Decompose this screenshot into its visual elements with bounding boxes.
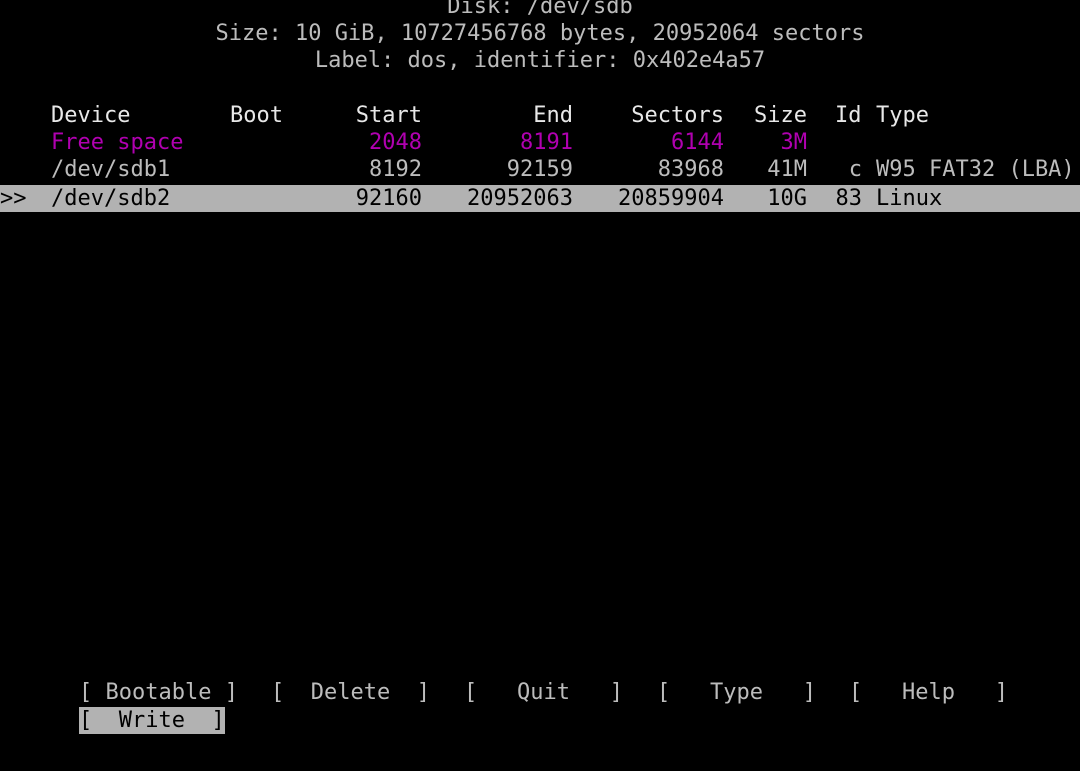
row-device: Free space [51, 130, 184, 155]
selection-pointer: >> [0, 186, 27, 211]
row-device: /dev/sdb2 [51, 186, 171, 211]
help-button[interactable]: [ Help ] [849, 679, 1008, 706]
disk-size-info: Size: 10 GiB, 10727456768 bytes, 2095206… [215, 21, 865, 46]
column-id: Id [835, 103, 862, 128]
row-sectors: 20859904 [618, 186, 724, 211]
row-end: 8191 [520, 130, 573, 155]
column-start: Start [355, 103, 422, 128]
disk-title: Disk: /dev/sdb [447, 0, 633, 19]
table-row-sdb2-selected[interactable]: >> /dev/sdb2 92160 20952063 20859904 10G… [0, 185, 1080, 212]
bootable-button[interactable]: [ Bootable ] [79, 679, 238, 706]
write-button[interactable]: [ Write ] [79, 707, 225, 734]
column-type: Type [876, 103, 929, 128]
delete-button[interactable]: [ Delete ] [271, 679, 430, 706]
row-size: 3M [780, 130, 808, 155]
row-start: 92160 [355, 186, 422, 211]
row-type: W95 FAT32 (LBA) [876, 157, 1075, 182]
row-sectors: 83968 [657, 157, 724, 182]
row-id: c [848, 157, 862, 182]
column-end: End [533, 103, 573, 128]
row-sectors: 6144 [671, 130, 724, 155]
quit-button[interactable]: [ Quit ] [464, 679, 623, 706]
row-end: 92159 [506, 157, 573, 182]
row-end: 20952063 [467, 186, 573, 211]
column-boot: Boot [230, 103, 283, 128]
table-row-sdb1[interactable]: /dev/sdb1 8192 92159 83968 41M c W95 FAT… [0, 156, 1080, 183]
row-size: 10G [767, 186, 807, 211]
column-device: Device [51, 103, 131, 128]
type-button[interactable]: [ Type ] [657, 679, 816, 706]
row-device: /dev/sdb1 [51, 157, 171, 182]
table-header: Device Boot Start End Sectors Size Id Ty… [0, 102, 1080, 129]
row-type: Linux [876, 186, 943, 211]
column-size: Size [754, 103, 807, 128]
row-id: 83 [835, 186, 863, 211]
row-start: 2048 [369, 130, 422, 155]
row-size: 41M [767, 157, 807, 182]
row-start: 8192 [369, 157, 422, 182]
disk-label-info: Label: dos, identifier: 0x402e4a57 [314, 48, 766, 73]
table-row-free-space[interactable]: Free space 2048 8191 6144 3M [0, 129, 1080, 156]
column-sectors: Sectors [631, 103, 724, 128]
